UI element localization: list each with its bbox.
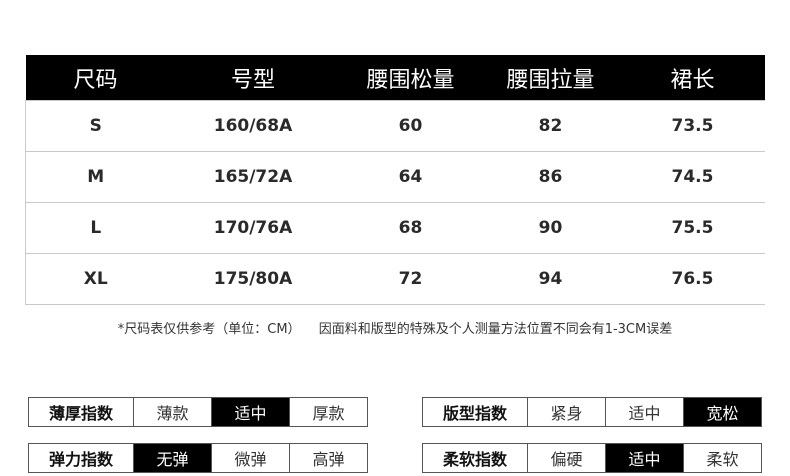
cell-size: L [25,202,166,254]
note-reference: *尺码表仅供参考（单位：CM） [117,322,301,337]
softness-option-firm: 偏硬 [527,444,605,472]
elasticity-option-none: 无弹 [133,444,211,472]
header-skirt-length: 裙长 [620,55,765,101]
header-model: 号型 [165,55,341,101]
cell-skirt-length: 74.5 [620,151,765,203]
softness-option-soft: 柔软 [683,444,761,472]
elasticity-option-high: 高弹 [289,444,367,472]
elasticity-index-bar: 弹力指数 无弹 微弹 高弹 [28,443,368,473]
cell-waist-relaxed: 64 [340,151,481,203]
cell-model: 160/68A [165,100,341,152]
note-error-margin: 因面料和版型的特殊及个人测量方法位置不同会有1-3CM误差 [318,322,673,337]
fit-option-regular: 适中 [605,398,683,426]
table-row: L 170/76A 68 90 75.5 [25,202,765,254]
fit-option-tight: 紧身 [527,398,605,426]
cell-waist-relaxed: 68 [340,202,481,254]
softness-index-label: 柔软指数 [442,450,507,469]
cell-waist-relaxed: 60 [340,100,481,152]
cell-model: 165/72A [165,151,341,203]
fit-option-loose: 宽松 [683,398,761,426]
header-waist-relaxed: 腰围松量 [340,55,481,101]
table-row: S 160/68A 60 82 73.5 [25,100,765,152]
cell-size: S [25,100,166,152]
softness-option-medium: 适中 [605,444,683,472]
thickness-index-bar: 薄厚指数 薄款 适中 厚款 [28,397,368,427]
elasticity-index-label: 弹力指数 [48,450,113,469]
cell-skirt-length: 73.5 [620,100,765,152]
cell-waist-stretched: 86 [480,151,621,203]
cell-skirt-length: 75.5 [620,202,765,254]
size-chart-table: 尺码 号型 腰围松量 腰围拉量 裙长 S 160/68A 60 82 73.5 … [25,55,765,305]
header-size: 尺码 [25,55,166,101]
thickness-option-thick: 厚款 [289,398,367,426]
fit-index-label: 版型指数 [442,404,507,423]
size-chart-header-row: 尺码 号型 腰围松量 腰围拉量 裙长 [25,55,765,101]
elasticity-option-slight: 微弹 [211,444,289,472]
thickness-option-medium: 适中 [211,398,289,426]
cell-waist-relaxed: 72 [340,253,481,305]
cell-model: 175/80A [165,253,341,305]
cell-waist-stretched: 90 [480,202,621,254]
cell-waist-stretched: 94 [480,253,621,305]
cell-size: M [25,151,166,203]
header-waist-stretched: 腰围拉量 [480,55,621,101]
thickness-index-label: 薄厚指数 [48,404,113,423]
table-row: XL 175/80A 72 94 76.5 [25,253,765,305]
cell-model: 170/76A [165,202,341,254]
cell-waist-stretched: 82 [480,100,621,152]
softness-index-bar: 柔软指数 偏硬 适中 柔软 [422,443,762,473]
thickness-option-thin: 薄款 [133,398,211,426]
table-row: M 165/72A 64 86 74.5 [25,151,765,203]
size-disclaimer-note: *尺码表仅供参考（单位：CM） 因面料和版型的特殊及个人测量方法位置不同会有1-… [0,318,790,337]
fit-index-bar: 版型指数 紧身 适中 宽松 [422,397,762,427]
cell-skirt-length: 76.5 [620,253,765,305]
cell-size: XL [25,253,166,305]
